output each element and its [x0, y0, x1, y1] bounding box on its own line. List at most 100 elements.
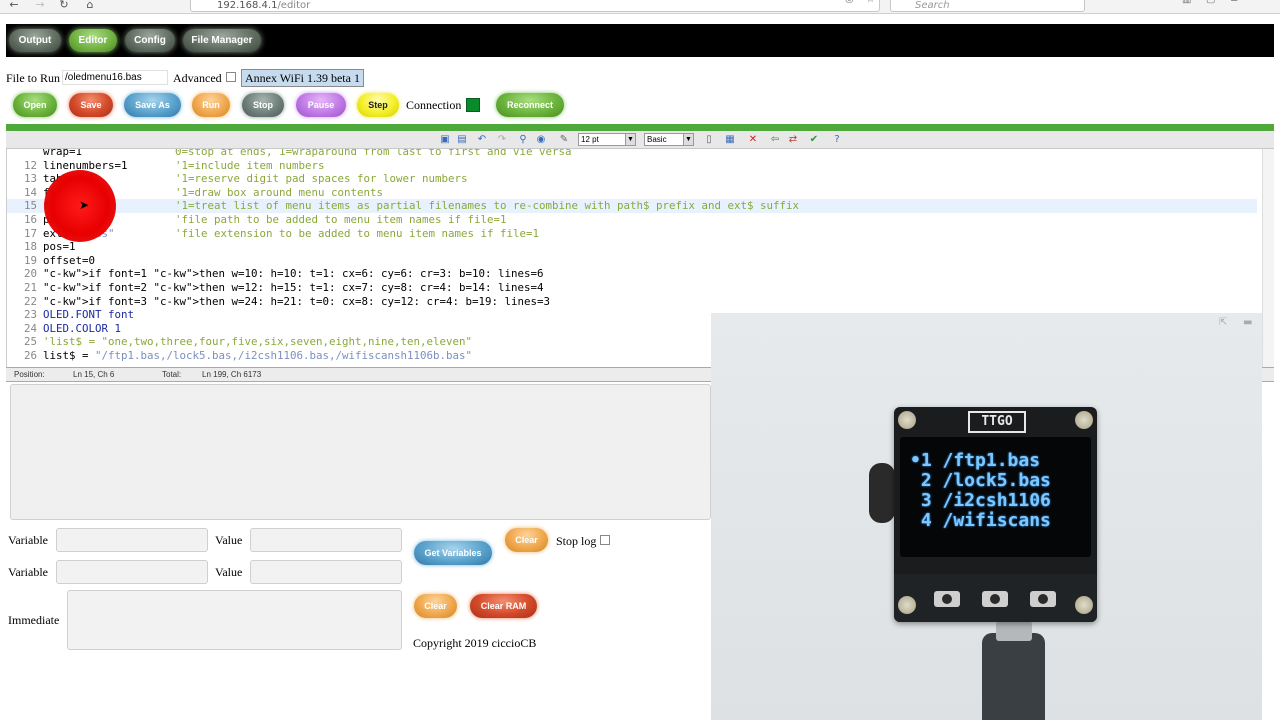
line-number: 13 [23, 172, 37, 186]
url-host: 192.168.4.1 [217, 0, 278, 11]
clear-vars-button[interactable]: Clear [505, 528, 548, 552]
app-root: ← → ↻ ⌂ 192.168.4.1/editor ··· ◎ ☆ Searc… [0, 0, 1280, 720]
advanced-checkbox[interactable] [226, 72, 236, 82]
usb-connector [996, 621, 1032, 641]
code-line[interactable]: 20 "c-kw">if font=1 "c-kw">then w=10: h=1… [7, 267, 1257, 281]
output-textarea[interactable] [10, 384, 711, 520]
pause-button[interactable]: Pause [296, 93, 346, 117]
line-code: "c-kw">if font=3 "c-kw">then w=24: h=21:… [43, 294, 551, 308]
open-button[interactable]: Open [13, 93, 57, 117]
back-icon[interactable]: ← [4, 0, 24, 12]
bookmark-star-icon[interactable]: ☆ [866, 0, 875, 5]
clear-ram-button[interactable]: Clear RAM [470, 594, 537, 618]
fullscreen-icon[interactable]: ▦ [724, 134, 736, 146]
pocket-icon[interactable]: ◎ [845, 0, 854, 5]
position-label: Position: [14, 370, 45, 379]
total-label: Total: [162, 370, 182, 379]
tact-button [934, 591, 960, 607]
file-to-run-input[interactable]: /oledmenu16.bas [62, 70, 168, 85]
code-line[interactable]: 15file 0'1=treat list of menu items as p… [7, 199, 1257, 213]
check-icon[interactable]: ✔ [808, 134, 820, 146]
variable-input-2[interactable] [56, 560, 208, 584]
goto-line-icon[interactable]: ◉ [535, 134, 547, 146]
connection-label: Connection [406, 98, 462, 112]
window-icon[interactable]: ▬ [1243, 317, 1252, 328]
undo-icon[interactable]: ↶ [476, 134, 488, 146]
tab-file-manager[interactable]: File Manager [183, 29, 261, 52]
close-icon[interactable]: ✕ [747, 134, 759, 146]
run-button[interactable]: Run [192, 93, 230, 117]
line-code: wrap=1 [43, 149, 83, 158]
line-number: 17 [23, 226, 37, 240]
save-button[interactable]: Save [69, 93, 113, 117]
code-line[interactable]: 14frame 0'1=draw box around menu content… [7, 186, 1257, 200]
button-strip [894, 574, 1097, 622]
line-number: 20 [23, 267, 37, 281]
line-code: "c-kw">if font=2 "c-kw">then w=12: h=15:… [43, 281, 544, 294]
get-variables-button[interactable]: Get Variables [414, 541, 492, 565]
file-to-run-label: File to Run [6, 71, 61, 85]
code-line[interactable]: 22 "c-kw">if font=3 "c-kw">then w=24: h=2… [7, 295, 1257, 309]
font-size-value: 12 pt [581, 135, 599, 144]
code-line[interactable]: 13tabbed 1'1=reserve digit pad spaces fo… [7, 172, 1257, 186]
search-input[interactable]: Search [890, 0, 1085, 12]
help-icon[interactable]: ? [831, 134, 843, 146]
editor-scrollbar[interactable] [1262, 149, 1274, 367]
reload-icon[interactable]: ↻ [54, 0, 74, 12]
page-actions-icon[interactable]: ··· [822, 0, 832, 5]
redo-icon[interactable]: ↷ [496, 134, 508, 146]
stop-button[interactable]: Stop [242, 93, 284, 117]
home-icon[interactable]: ⌂ [80, 0, 100, 12]
step-button[interactable]: Step [357, 93, 399, 117]
code-line[interactable]: 19 offset=0 [7, 254, 1257, 268]
code-line[interactable]: 16path$'file path to be added to menu it… [7, 213, 1257, 227]
toggle-editor-icon[interactable]: ⇄ [787, 134, 799, 146]
save-file-icon[interactable]: ▤ [456, 134, 468, 146]
total-value: Ln 199, Ch 6173 [202, 370, 262, 379]
tact-button [1030, 591, 1056, 607]
address-bar[interactable]: 192.168.4.1/editor [190, 0, 880, 12]
reconnect-button[interactable]: Reconnect [496, 93, 564, 117]
code-line[interactable]: wrap=1 0=stop at ends, 1=wraparound from … [7, 149, 1257, 159]
editor-top-bar [6, 124, 1274, 131]
reset-highlight-icon[interactable]: ⇦ [769, 134, 781, 146]
clear-immediate-button[interactable]: Clear [414, 594, 457, 618]
syntax-select[interactable]: Basic ▼ [644, 133, 694, 146]
tab-output[interactable]: Output [9, 29, 61, 52]
font-size-select[interactable]: 12 pt ▼ [578, 133, 636, 146]
save-as-button[interactable]: Save As [124, 93, 181, 117]
line-number: 23 [23, 308, 37, 322]
value-input-2[interactable] [250, 560, 402, 584]
line-number: 18 [23, 240, 37, 254]
highlight-icon[interactable]: ✎ [558, 134, 570, 146]
app-nav: Output Editor Config File Manager [6, 24, 1274, 57]
line-number: 26 [23, 349, 37, 362]
search-icon[interactable]: ⚲ [517, 134, 529, 146]
code-line[interactable]: 18 pos=1 [7, 240, 1257, 254]
variable-label-1: Variable [8, 533, 48, 547]
mount-hole [898, 411, 916, 429]
new-document-icon[interactable]: ▯ [703, 134, 715, 146]
menu-icon[interactable]: ≡ [1230, 0, 1238, 5]
line-code: pos=1 [43, 240, 76, 254]
sidebar-icon[interactable]: ▢ [1206, 0, 1215, 5]
search-placeholder: Search [915, 0, 950, 11]
tab-config[interactable]: Config [125, 29, 175, 52]
version-badge: Annex WiFi 1.39 beta 1 [241, 69, 364, 87]
line-comment: 'file extension to be added to menu item… [175, 226, 540, 240]
line-number: 25 [23, 335, 37, 349]
open-file-icon[interactable]: ▣ [439, 134, 451, 146]
code-line[interactable]: 21 "c-kw">if font=2 "c-kw">then w=12: h=1… [7, 281, 1257, 295]
popout-icon[interactable]: ⇱ [1219, 317, 1227, 328]
library-icon[interactable]: ▥ [1182, 0, 1191, 5]
syntax-value: Basic [647, 135, 667, 144]
forward-icon[interactable]: → [30, 0, 50, 12]
code-line[interactable]: 17ext$ ".bas"'file extension to be added… [7, 227, 1257, 241]
value-input-1[interactable] [250, 528, 402, 552]
code-line[interactable]: 12 linenumbers=1'1=include item numbers [7, 159, 1257, 173]
stop-log-checkbox[interactable] [600, 535, 610, 545]
immediate-input[interactable] [67, 590, 402, 650]
line-code: OLED.FONT font [43, 308, 135, 322]
tab-editor[interactable]: Editor [69, 29, 117, 52]
variable-input-1[interactable] [56, 528, 208, 552]
